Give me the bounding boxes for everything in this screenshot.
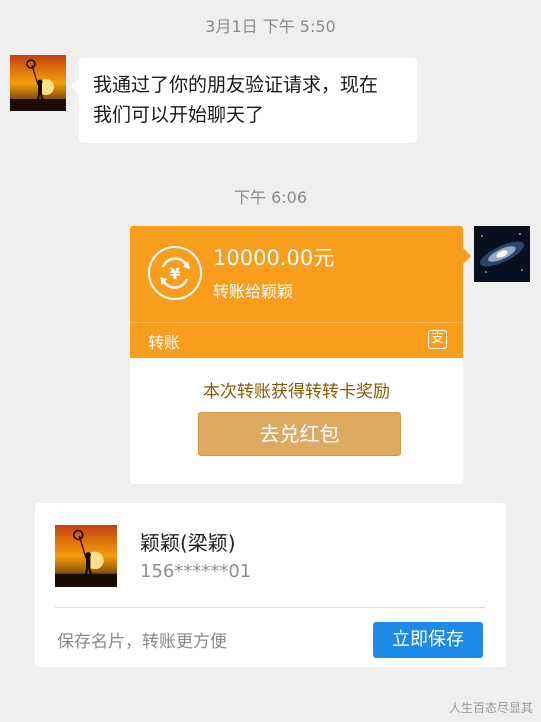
transfer-header[interactable]: ¥ 10000.00元 转账给颖颖 转账 支 bbox=[130, 226, 471, 358]
timestamp: 下午 6:06 bbox=[233, 188, 308, 207]
redeem-red-packet-button[interactable]: 去兑红包 bbox=[198, 412, 401, 456]
watermark: 人生百态尽显其 bbox=[448, 701, 533, 715]
transfer-message-card[interactable]: ¥ 10000.00元 转账给颖颖 转账 支 本次转账获得转转卡奖励 去兑红包 bbox=[130, 226, 471, 484]
divider bbox=[130, 322, 463, 323]
sender-avatar[interactable] bbox=[10, 55, 66, 111]
transfer-reward-section: 本次转账获得转转卡奖励 去兑红包 bbox=[130, 358, 463, 484]
contact-avatar[interactable] bbox=[55, 525, 117, 587]
self-avatar[interactable] bbox=[474, 226, 530, 282]
timestamp: 3月1日 下午 5:50 bbox=[205, 17, 336, 36]
incoming-message-bubble[interactable]: 我通过了你的朋友验证请求，现在 我们可以开始聊天了 bbox=[71, 58, 417, 143]
transfer-amount: 10000.00元 bbox=[213, 246, 335, 270]
save-contact-button[interactable]: 立即保存 bbox=[373, 622, 483, 658]
sunset-avatar-image bbox=[55, 525, 117, 587]
svg-text:¥: ¥ bbox=[169, 264, 180, 283]
transfer-type-label: 转账 bbox=[148, 333, 181, 352]
transfer-yuan-icon: ¥ bbox=[148, 246, 202, 300]
alipay-icon: 支 bbox=[428, 330, 447, 349]
save-hint-text: 保存名片，转账更方便 bbox=[57, 632, 227, 652]
message-line: 我通过了你的朋友验证请求，现在 bbox=[93, 74, 379, 96]
galaxy-avatar-image bbox=[474, 226, 530, 282]
contact-card[interactable]: 颖颖(梁颖) 156******01 保存名片，转账更方便 立即保存 bbox=[35, 503, 506, 667]
reward-text: 本次转账获得转转卡奖励 bbox=[203, 382, 390, 402]
sunset-avatar-image bbox=[10, 55, 66, 111]
transfer-recipient: 转账给颖颖 bbox=[213, 282, 294, 301]
contact-phone: 156******01 bbox=[140, 561, 252, 582]
divider bbox=[55, 607, 485, 608]
contact-name: 颖颖(梁颖) bbox=[140, 531, 236, 555]
message-line: 我们可以开始聊天了 bbox=[93, 104, 265, 126]
